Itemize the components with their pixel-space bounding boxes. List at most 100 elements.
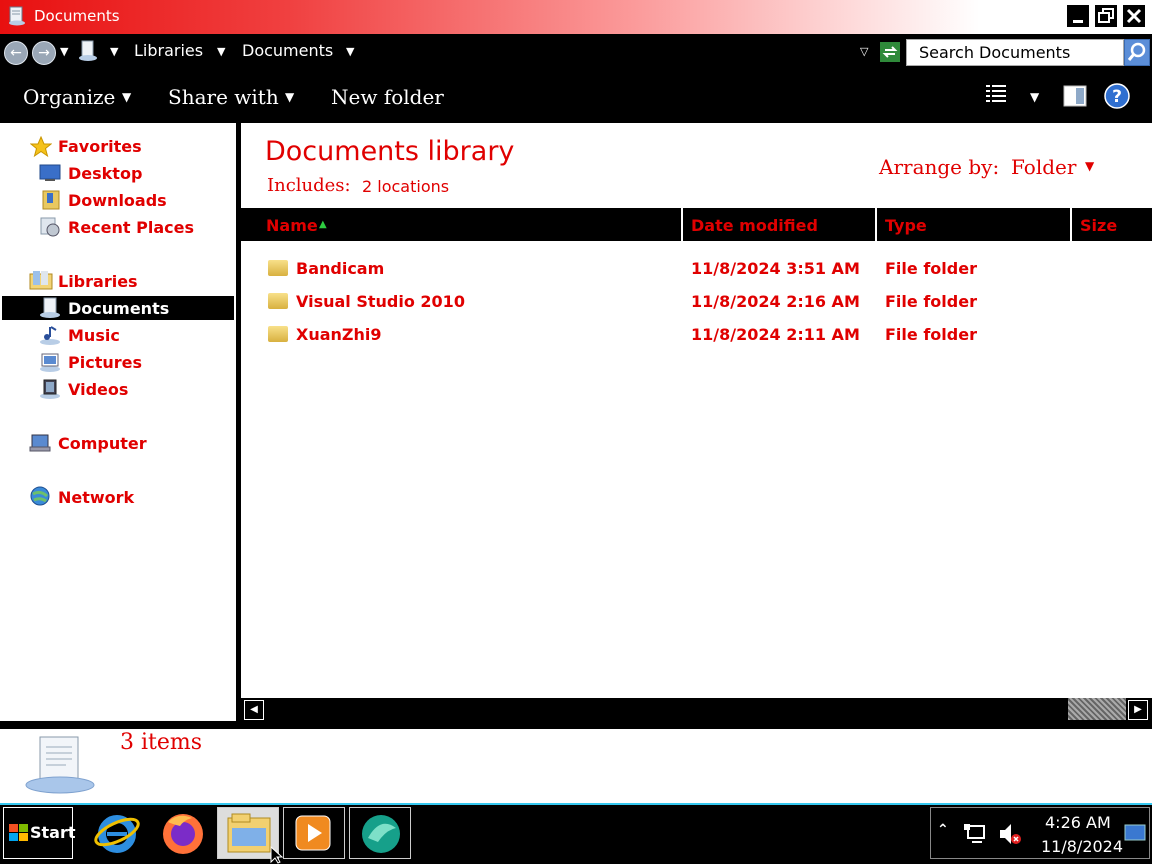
show-desktop-button[interactable] xyxy=(1124,823,1146,843)
folder-icon xyxy=(268,326,288,342)
internet-explorer-icon[interactable] xyxy=(93,808,141,858)
breadcrumb-documents-chevron-icon[interactable]: ▼ xyxy=(346,45,354,58)
scroll-right-icon[interactable]: ▶ xyxy=(1128,700,1148,720)
refresh-icon[interactable] xyxy=(880,42,900,62)
file-name[interactable]: Visual Studio 2010 xyxy=(296,292,465,311)
nav-item-recent-places[interactable]: Recent Places xyxy=(68,218,194,237)
sort-ascending-icon: ▲ xyxy=(319,219,327,230)
forward-icon[interactable]: → xyxy=(32,41,56,65)
arrange-chevron-down-icon[interactable]: ▼ xyxy=(1085,159,1094,173)
address-dropdown-icon[interactable]: ▽ xyxy=(860,45,868,58)
window-title: Documents xyxy=(34,7,120,25)
start-button[interactable]: Start xyxy=(3,807,76,859)
nav-item-downloads[interactable]: Downloads xyxy=(68,191,167,210)
back-icon[interactable]: ← xyxy=(4,41,28,65)
file-name[interactable]: XuanZhi9 xyxy=(296,325,382,344)
taskbar-app[interactable] xyxy=(349,807,411,859)
column-separator[interactable] xyxy=(875,208,877,241)
file-type: File folder xyxy=(885,325,977,344)
folder-icon xyxy=(268,260,288,276)
file-type: File folder xyxy=(885,292,977,311)
includes-locations-link[interactable]: 2 locations xyxy=(362,177,449,196)
horizontal-scrollbar[interactable] xyxy=(241,697,1152,722)
media-player-icon xyxy=(292,814,336,854)
new-folder-button[interactable]: New folder xyxy=(331,85,444,109)
folder-icon xyxy=(268,293,288,309)
history-chevron-down-icon[interactable]: ▼ xyxy=(60,45,68,58)
documents-icon xyxy=(39,297,61,319)
help-icon[interactable]: ? xyxy=(1104,83,1130,109)
breadcrumb-libraries[interactable]: Libraries xyxy=(134,41,203,60)
recent-places-icon xyxy=(39,216,61,238)
start-label: Start xyxy=(30,823,76,842)
nav-item-pictures[interactable]: Pictures xyxy=(68,353,142,372)
nav-item-videos[interactable]: Videos xyxy=(68,380,128,399)
navigation-pane xyxy=(0,123,236,723)
favorites-star-icon xyxy=(29,135,53,158)
minimize-button[interactable] xyxy=(1066,4,1090,28)
file-date: 11/8/2024 2:16 AM xyxy=(691,292,860,311)
nav-item-music[interactable]: Music xyxy=(68,326,120,345)
svg-text:?: ? xyxy=(1112,87,1122,107)
file-name[interactable]: Bandicam xyxy=(296,259,384,278)
organize-chevron-down-icon[interactable]: ▼ xyxy=(122,90,131,104)
network-tray-icon[interactable] xyxy=(962,822,988,846)
videos-icon xyxy=(39,378,61,400)
arrange-by-dropdown[interactable]: Folder xyxy=(1011,155,1076,179)
nav-item-desktop[interactable]: Desktop xyxy=(68,164,142,183)
mouse-cursor-icon xyxy=(270,845,286,864)
column-header-name[interactable]: Name xyxy=(266,216,318,235)
preview-pane-icon[interactable] xyxy=(1063,85,1087,107)
organize-button[interactable]: Organize xyxy=(23,85,115,109)
items-count: 3 items xyxy=(120,730,203,755)
desktop-icon xyxy=(39,164,61,182)
file-explorer-icon xyxy=(226,812,272,856)
pictures-icon xyxy=(39,351,61,373)
window-icon xyxy=(8,6,26,26)
clock-date[interactable]: 11/8/2024 xyxy=(1041,837,1123,856)
computer-icon xyxy=(29,432,53,454)
close-button[interactable] xyxy=(1122,4,1146,28)
scroll-left-icon[interactable]: ◀ xyxy=(244,700,264,720)
column-header-size[interactable]: Size xyxy=(1080,216,1117,235)
pane-border xyxy=(0,721,1152,729)
column-header-date-modified[interactable]: Date modified xyxy=(691,216,818,235)
arrange-by-label: Arrange by: xyxy=(879,155,1000,179)
nav-item-documents[interactable]: Documents xyxy=(68,299,169,318)
nav-libraries[interactable]: Libraries xyxy=(58,272,138,291)
title-bar[interactable] xyxy=(0,0,1152,34)
app-icon xyxy=(358,812,404,856)
share-with-chevron-down-icon[interactable]: ▼ xyxy=(285,90,294,104)
search-icon[interactable] xyxy=(1124,39,1150,66)
library-document-icon xyxy=(24,733,96,795)
nav-computer[interactable]: Computer xyxy=(58,434,147,453)
volume-muted-icon[interactable] xyxy=(998,822,1024,846)
nav-network[interactable]: Network xyxy=(58,488,134,507)
includes-label: Includes: xyxy=(267,175,351,196)
libraries-icon xyxy=(29,269,53,291)
search-input[interactable]: Search Documents xyxy=(906,39,1124,66)
column-header-type[interactable]: Type xyxy=(885,216,927,235)
scroll-thumb[interactable] xyxy=(1068,698,1126,720)
clock-time[interactable]: 4:26 AM xyxy=(1045,813,1111,832)
windows-logo-icon xyxy=(8,822,30,844)
firefox-icon[interactable] xyxy=(158,808,208,858)
network-icon xyxy=(29,486,53,508)
show-hidden-icons-chevron-icon[interactable]: ⌃ xyxy=(937,822,949,838)
column-separator[interactable] xyxy=(1070,208,1072,241)
downloads-icon xyxy=(41,189,61,211)
breadcrumb-chevron-icon[interactable]: ▼ xyxy=(110,45,118,58)
file-date: 11/8/2024 3:51 AM xyxy=(691,259,860,278)
breadcrumb-documents[interactable]: Documents xyxy=(242,41,333,60)
nav-favorites[interactable]: Favorites xyxy=(58,137,142,156)
music-icon xyxy=(39,324,61,346)
view-options-icon[interactable] xyxy=(986,84,1008,104)
share-with-button[interactable]: Share with xyxy=(168,85,279,109)
restore-button[interactable] xyxy=(1094,4,1118,28)
breadcrumb-libraries-chevron-icon[interactable]: ▼ xyxy=(217,45,225,58)
taskbar-media-player[interactable] xyxy=(283,807,345,859)
location-icon xyxy=(78,40,98,62)
file-date: 11/8/2024 2:11 AM xyxy=(691,325,860,344)
view-chevron-down-icon[interactable]: ▼ xyxy=(1030,90,1039,104)
column-separator[interactable] xyxy=(681,208,683,241)
